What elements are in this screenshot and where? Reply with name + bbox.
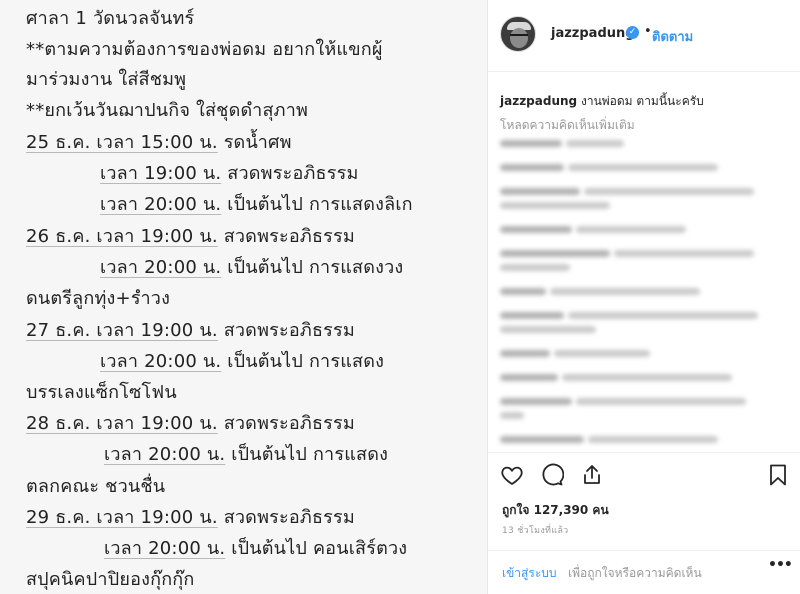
schedule-line: เวลา 20:00 น. เป็นต้นไป คอนเสิร์ตวง (104, 540, 407, 558)
schedule-event: สวดพระอภิธรรม (227, 163, 359, 184)
schedule-datetime: 26 ธ.ค. เวลา 19:00 น. (26, 226, 218, 247)
schedule-line: 26 ธ.ค. เวลา 19:00 น. สวดพระอภิธรรม (26, 228, 355, 246)
schedule-event: เป็นต้นไป การแสดงลิเก (227, 194, 413, 215)
more-options-icon[interactable]: ••• (768, 557, 793, 573)
schedule-line: เวลา 20:00 น. เป็นต้นไป การแสดงวง (100, 259, 403, 277)
separator-dot: • (644, 24, 652, 39)
comment-icon[interactable] (540, 463, 564, 487)
schedule-datetime: 28 ธ.ค. เวลา 19:00 น. (26, 413, 218, 434)
schedule-line: เวลา 20:00 น. เป็นต้นไป การแสดงลิเก (100, 196, 413, 214)
post-text-line: **ยกเว้นวันฌาปนกิจ ใส่ชุดดำสุภาพ (26, 100, 309, 121)
schedule-event: สวดพระอภิธรรม (223, 320, 355, 341)
post-header: jazzpadung ✓ • ติดตาม (488, 0, 800, 72)
blurred-comment (500, 308, 792, 336)
blurred-comment (500, 246, 792, 274)
post-text-line: ดนตรีลูกทุ่ง+รำวง (26, 288, 171, 309)
schedule-event: รดน้ำศพ (223, 132, 292, 153)
blurred-comment (500, 394, 792, 422)
login-prompt-text: เพื่อถูกใจหรือความคิดเห็น (568, 566, 702, 580)
like-count[interactable]: ถูกใจ 127,390 คน (502, 501, 609, 520)
schedule-datetime: 25 ธ.ค. เวลา 15:00 น. (26, 132, 218, 153)
share-icon[interactable] (580, 463, 604, 487)
follow-button[interactable]: ติดตาม (652, 26, 693, 47)
blurred-comment (500, 346, 792, 360)
avatar-face-shape (510, 28, 528, 48)
side-panel: jazzpadung ✓ • ติดตาม jazzpadung งานพ่อด… (488, 0, 800, 594)
post-text-line: **ตามความต้องการของพ่อดม อยากให้แขกผู้ (26, 39, 383, 60)
schedule-line: 27 ธ.ค. เวลา 19:00 น. สวดพระอภิธรรม (26, 322, 355, 340)
blurred-comment (500, 222, 792, 236)
schedule-line: 29 ธ.ค. เวลา 19:00 น. สวดพระอภิธรรม (26, 509, 355, 527)
bookmark-icon[interactable] (766, 463, 790, 487)
post-text-line: มาร่วมงาน ใส่สีชมพู (26, 69, 187, 90)
blurred-comment (500, 160, 792, 174)
schedule-datetime: เวลา 19:00 น. (100, 163, 222, 184)
schedule-datetime: 29 ธ.ค. เวลา 19:00 น. (26, 507, 218, 528)
heart-icon[interactable] (500, 463, 524, 487)
schedule-datetime: เวลา 20:00 น. (104, 538, 226, 559)
schedule-line: เวลา 20:00 น. เป็นต้นไป การแสดง (104, 446, 388, 464)
post-caption: jazzpadung งานพ่อดม ตามนี้นะครับ (500, 92, 704, 111)
schedule-line: เวลา 19:00 น. สวดพระอภิธรรม (100, 165, 359, 183)
schedule-event: สวดพระอภิธรรม (223, 226, 355, 247)
schedule-line: 28 ธ.ค. เวลา 19:00 น. สวดพระอภิธรรม (26, 415, 355, 433)
schedule-event: เป็นต้นไป การแสดง (227, 351, 385, 372)
blurred-comments-list (500, 136, 792, 452)
post-actions: ถูกใจ 127,390 คน 13 ชั่วโมงที่แล้ว เข้าส… (488, 452, 800, 582)
schedule-datetime: 27 ธ.ค. เวลา 19:00 น. (26, 320, 218, 341)
login-bar: เข้าสู่ระบบ เพื่อถูกใจหรือความคิดเห็น ••… (488, 550, 800, 586)
username-link[interactable]: jazzpadung (551, 26, 635, 41)
post-text-line: สปุคนิคปาปิยองกุ๊กกุ๊ก (26, 569, 195, 590)
schedule-datetime: เวลา 20:00 น. (100, 194, 222, 215)
avatar[interactable] (500, 16, 536, 52)
post-text-line: บรรเลงแซ็กโซโฟน (26, 382, 177, 403)
login-link[interactable]: เข้าสู่ระบบ (502, 564, 557, 583)
schedule-event: สวดพระอภิธรรม (223, 507, 355, 528)
schedule-event: เป็นต้นไป คอนเสิร์ตวง (231, 538, 408, 559)
blurred-comment (500, 432, 792, 446)
schedule-line: 25 ธ.ค. เวลา 15:00 น. รดน้ำศพ (26, 134, 292, 152)
schedule-datetime: เวลา 20:00 น. (100, 351, 222, 372)
caption-text: งานพ่อดม ตามนี้นะครับ (580, 94, 704, 108)
blurred-comment (500, 136, 792, 150)
caption-username[interactable]: jazzpadung (500, 94, 577, 108)
post-text-line: ศาลา 1 วัดนวลจันทร์ (26, 8, 195, 29)
post-text-line: ตลกคณะ ชวนชื่น (26, 476, 166, 497)
schedule-event: สวดพระอภิธรรม (223, 413, 355, 434)
schedule-line: เวลา 20:00 น. เป็นต้นไป การแสดง (100, 353, 384, 371)
schedule-datetime: เวลา 20:00 น. (104, 444, 226, 465)
post-timestamp[interactable]: 13 ชั่วโมงที่แล้ว (502, 523, 569, 537)
schedule-event: เป็นต้นไป การแสดงวง (227, 257, 404, 278)
blurred-comment (500, 284, 792, 298)
schedule-event: เป็นต้นไป การแสดง (231, 444, 389, 465)
post-image[interactable]: ศาลา 1 วัดนวลจันทร์ **ตามความต้องการของพ… (0, 0, 487, 594)
comments-section[interactable]: jazzpadung งานพ่อดม ตามนี้นะครับ โหลดควา… (488, 72, 800, 452)
avatar-glasses-shape (510, 34, 528, 38)
load-more-comments-button[interactable]: โหลดความคิดเห็นเพิ่มเติม (500, 116, 635, 135)
verified-badge-icon: ✓ (626, 26, 639, 39)
schedule-datetime: เวลา 20:00 น. (100, 257, 222, 278)
blurred-comment (500, 184, 792, 212)
blurred-comment (500, 370, 792, 384)
